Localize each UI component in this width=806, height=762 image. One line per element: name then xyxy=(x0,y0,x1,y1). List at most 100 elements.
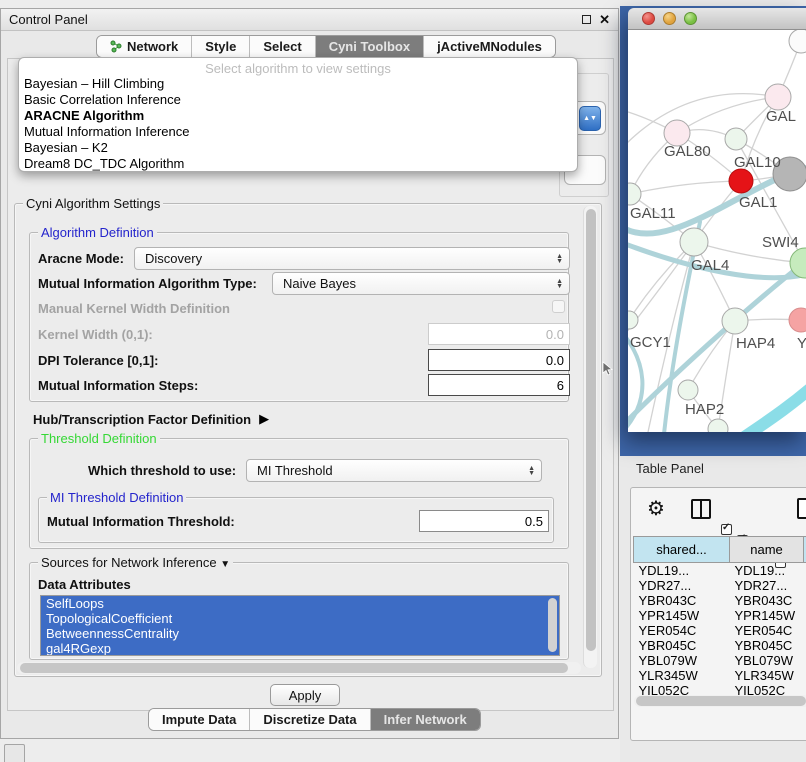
algorithm-option[interactable]: Basic Correlation Inference xyxy=(19,92,577,108)
apply-button[interactable]: Apply xyxy=(270,684,340,706)
algorithm-option[interactable]: Bayesian – K2 xyxy=(19,140,577,156)
bottom-tab-impute-data[interactable]: Impute Data xyxy=(149,709,250,730)
table-cell: YLR345W xyxy=(634,668,730,683)
table-row[interactable]: YBR045CYBR045C9. xyxy=(634,638,806,653)
threshold-definition-group: Threshold Definition Which threshold to … xyxy=(29,438,569,549)
tab-network[interactable]: Network xyxy=(97,36,192,57)
table-horizontal-scrollbar-thumb[interactable] xyxy=(636,696,806,706)
algorithm-option[interactable]: Bayesian – Hill Climbing xyxy=(19,76,577,92)
attribute-item[interactable]: TopologicalCoefficient xyxy=(41,611,559,626)
settings-vertical-scrollbar[interactable] xyxy=(583,206,597,668)
bottom-tab-discretize-data[interactable]: Discretize Data xyxy=(250,709,370,730)
aracne-mode-value: Discovery xyxy=(145,251,202,266)
table-cell: YDL19... xyxy=(730,563,804,579)
table-row[interactable]: YBR043CYBR043C xyxy=(634,593,806,608)
node-label-swi4: SWI4 xyxy=(762,234,799,251)
tab-label: Style xyxy=(205,39,236,54)
node-attribute-table[interactable]: shared...nameA YDL19...YDL19...13YDR27..… xyxy=(633,536,806,698)
aracne-mode-combo[interactable]: Discovery ▲▼ xyxy=(134,247,570,270)
combo-spinner-icon: ▲▼ xyxy=(528,466,535,476)
attribute-item[interactable]: gal4RGexp xyxy=(41,641,559,656)
select-all-checkbox-icon[interactable] xyxy=(721,524,732,535)
algorithm-option[interactable]: Mutual Information Inference xyxy=(19,124,577,140)
tab-jactivemnodules[interactable]: jActiveMNodules xyxy=(424,36,555,57)
attribute-item[interactable]: SelfLoops xyxy=(41,596,559,611)
mi-type-combo[interactable]: Naive Bayes ▲▼ xyxy=(272,272,570,295)
mi-steps-field[interactable]: 6 xyxy=(428,374,570,396)
control-panel-titlebar[interactable]: Control Panel ✕ xyxy=(1,9,618,31)
aracne-mode-label: Aracne Mode: xyxy=(38,251,124,266)
kernel-width-field[interactable]: 0.0 xyxy=(428,323,570,345)
close-panel-icon[interactable]: ✕ xyxy=(599,13,610,26)
network-node-gal11[interactable] xyxy=(628,183,641,205)
network-window-titlebar[interactable] xyxy=(628,8,806,30)
control-panel-tabbar: Network Style SelectCyni ToolboxjActiveMNo… xyxy=(96,35,556,58)
manual-kernel-checkbox[interactable] xyxy=(552,300,565,313)
table-cell: YDR27... xyxy=(634,578,730,593)
network-node-gal4[interactable] xyxy=(680,228,708,256)
network-node-gal[interactable] xyxy=(765,84,791,110)
node-label-y: Y xyxy=(797,335,806,352)
column-header[interactable]: shared... xyxy=(634,537,730,563)
float-window-icon[interactable] xyxy=(582,15,591,24)
mi-threshold-group-title: MI Threshold Definition xyxy=(47,490,186,505)
which-threshold-combo[interactable]: MI Threshold ▲▼ xyxy=(246,459,542,482)
algorithm-option[interactable]: ARACNE Algorithm xyxy=(19,108,577,124)
table-row[interactable]: YBL079WYBL079W xyxy=(634,653,806,668)
attributes-list-scrollbar-thumb[interactable] xyxy=(548,598,557,652)
minimize-button[interactable] xyxy=(663,12,676,25)
bottom-tab-infer-network[interactable]: Infer Network xyxy=(371,709,480,730)
node-label-gcy1: GCY1 xyxy=(630,334,671,351)
table-row[interactable]: YDL19...YDL19...13 xyxy=(634,563,806,579)
network-graph[interactable]: GALGAL80GAL10GAL1GAL11SWI4GAL4GCY1HAP4YH… xyxy=(628,30,806,432)
zoom-button[interactable] xyxy=(684,12,697,25)
network-node-hap2[interactable] xyxy=(678,380,698,400)
dpi-tolerance-field[interactable]: 0.0 xyxy=(428,349,570,371)
settings-horizontal-scrollbar-thumb[interactable] xyxy=(20,663,568,673)
column-header[interactable]: name xyxy=(730,537,804,563)
settings-vertical-scrollbar-thumb[interactable] xyxy=(586,209,596,651)
algorithm-option[interactable]: Dream8 DC_TDC Algorithm xyxy=(19,156,577,172)
combo-spinner-icon[interactable]: ▲▼ xyxy=(579,106,601,131)
table-row[interactable]: YDR27...YDR27...12 xyxy=(634,578,806,593)
show-columns-icon[interactable] xyxy=(691,499,711,519)
collapsed-panel-button[interactable] xyxy=(4,744,25,762)
table-row[interactable]: YER054CYER054C8. xyxy=(634,623,806,638)
network-canvas[interactable]: GALGAL80GAL10GAL1GAL11SWI4GAL4GCY1HAP4YH… xyxy=(628,30,806,432)
tab-style[interactable]: Style xyxy=(192,36,250,57)
network-node-y[interactable] xyxy=(789,308,806,332)
algorithm-definition-group: Algorithm Definition Aracne Mode: Discov… xyxy=(29,232,569,402)
network-node-gal10[interactable] xyxy=(725,128,747,150)
table-row[interactable]: YLR345WYLR345W9. xyxy=(634,668,806,683)
table-row[interactable]: YPR145WYPR145W9. xyxy=(634,608,806,623)
network-node-gcy1[interactable] xyxy=(628,311,638,329)
export-table-icon[interactable] xyxy=(797,498,806,519)
settings-horizontal-scrollbar[interactable] xyxy=(17,662,581,674)
tab-select[interactable]: Select xyxy=(250,36,315,57)
expander-down-arrow-icon[interactable]: ▼ xyxy=(220,559,230,570)
algorithm-definition-title: Algorithm Definition xyxy=(38,225,157,240)
tab-cyni-toolbox[interactable]: Cyni Toolbox xyxy=(316,36,424,57)
table-settings-gear-icon[interactable]: ⚙ xyxy=(647,499,665,520)
data-attributes-list[interactable]: SelfLoopsTopologicalCoefficientBetweenne… xyxy=(40,595,560,656)
control-panel-title: Control Panel xyxy=(9,12,88,27)
network-node[interactable] xyxy=(789,30,806,53)
sources-group: Sources for Network Inference ▼ Data Att… xyxy=(29,562,569,660)
network-node-hap4[interactable] xyxy=(722,308,748,334)
network-edge[interactable] xyxy=(630,181,741,194)
table-cell: YDL19... xyxy=(634,563,730,579)
attribute-item[interactable]: BetweennessCentrality xyxy=(41,626,559,641)
network-edge-highlighted[interactable] xyxy=(740,382,806,432)
table-panel-title: Table Panel xyxy=(636,461,704,476)
expander-right-arrow-icon[interactable]: ▶ xyxy=(259,411,269,427)
mi-threshold-field[interactable]: 0.5 xyxy=(419,510,549,532)
combo-spinner-icon: ▲▼ xyxy=(556,254,563,264)
network-node-gal1[interactable] xyxy=(729,169,753,193)
sources-group-title[interactable]: Sources for Network Inference ▼ xyxy=(38,555,233,570)
close-button[interactable] xyxy=(642,12,655,25)
bottom-tabbar: Impute DataDiscretize DataInfer Network xyxy=(148,708,481,731)
threshold-definition-title: Threshold Definition xyxy=(38,431,160,446)
network-view-window: GALGAL80GAL10GAL1GAL11SWI4GAL4GCY1HAP4YH… xyxy=(628,8,806,432)
table-horizontal-scrollbar[interactable] xyxy=(634,695,806,707)
hub-expander[interactable]: Hub/Transcription Factor Definition ▶ xyxy=(33,411,269,427)
